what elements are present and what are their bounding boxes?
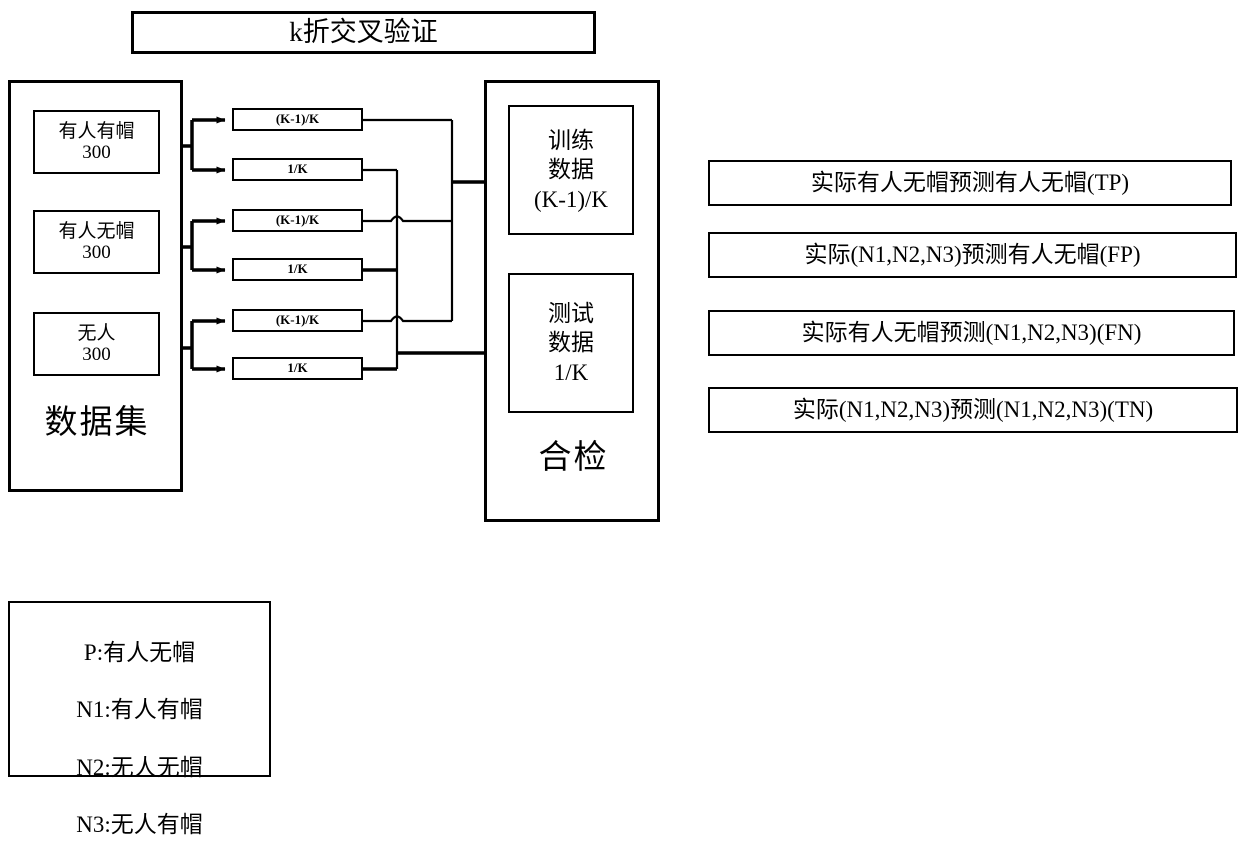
dataset-class-box-2: 无人 300: [33, 312, 160, 376]
dataset-label: 数据集: [44, 405, 150, 441]
legend-box: P:有人无帽 N1:有人有帽 N2:无人无帽 N3:无人有帽: [8, 601, 271, 837]
class-box-2-text: 无人 300: [77, 322, 116, 365]
legend-line-n1: N1:有人有帽: [76, 697, 203, 723]
legend-line-p: P:有人无帽: [83, 639, 196, 665]
split-box-train-3: (K-1)/K: [232, 309, 363, 332]
confusion-box-fn: 实际有人无帽预测(N1,N2,N3)(FN): [708, 310, 1235, 356]
split-box-train-2: (K-1)/K: [232, 209, 363, 232]
diagram-title: k折交叉验证: [131, 11, 596, 54]
confusion-box-tp: 实际有人无帽预测有人无帽(TP): [708, 160, 1232, 206]
legend-line-n3: N3:无人有帽: [76, 812, 203, 838]
confusion-box-fp: 实际(N1,N2,N3)预测有人无帽(FP): [708, 232, 1237, 278]
confusion-box-tn: 实际(N1,N2,N3)预测(N1,N2,N3)(TN): [708, 387, 1238, 433]
dataset-class-box-1: 有人无帽 300: [33, 210, 160, 274]
legend-line-n2: N2:无人无帽: [76, 754, 203, 780]
split-box-train-1: (K-1)/K: [232, 108, 363, 131]
diagram-canvas: k折交叉验证 有人有帽 300 有人无帽 300 无人 300 数据集 (K-1…: [0, 0, 1240, 837]
result-container: 训练 数据 (K-1)/K 测试 数据 1/K 合检: [484, 80, 660, 522]
class-box-0-text: 有人有帽 300: [58, 120, 135, 163]
split-box-test-2: 1/K: [232, 258, 363, 281]
result-container-label: 合检: [538, 440, 609, 476]
dataset-class-box-0: 有人有帽 300: [33, 110, 160, 174]
class-box-1-text: 有人无帽 300: [58, 220, 135, 263]
test-data-box: 测试 数据 1/K: [508, 273, 634, 413]
dataset-container: 有人有帽 300 有人无帽 300 无人 300 数据集: [8, 80, 183, 492]
split-box-test-3: 1/K: [232, 357, 363, 380]
training-data-box: 训练 数据 (K-1)/K: [508, 105, 634, 235]
split-box-test-1: 1/K: [232, 158, 363, 181]
